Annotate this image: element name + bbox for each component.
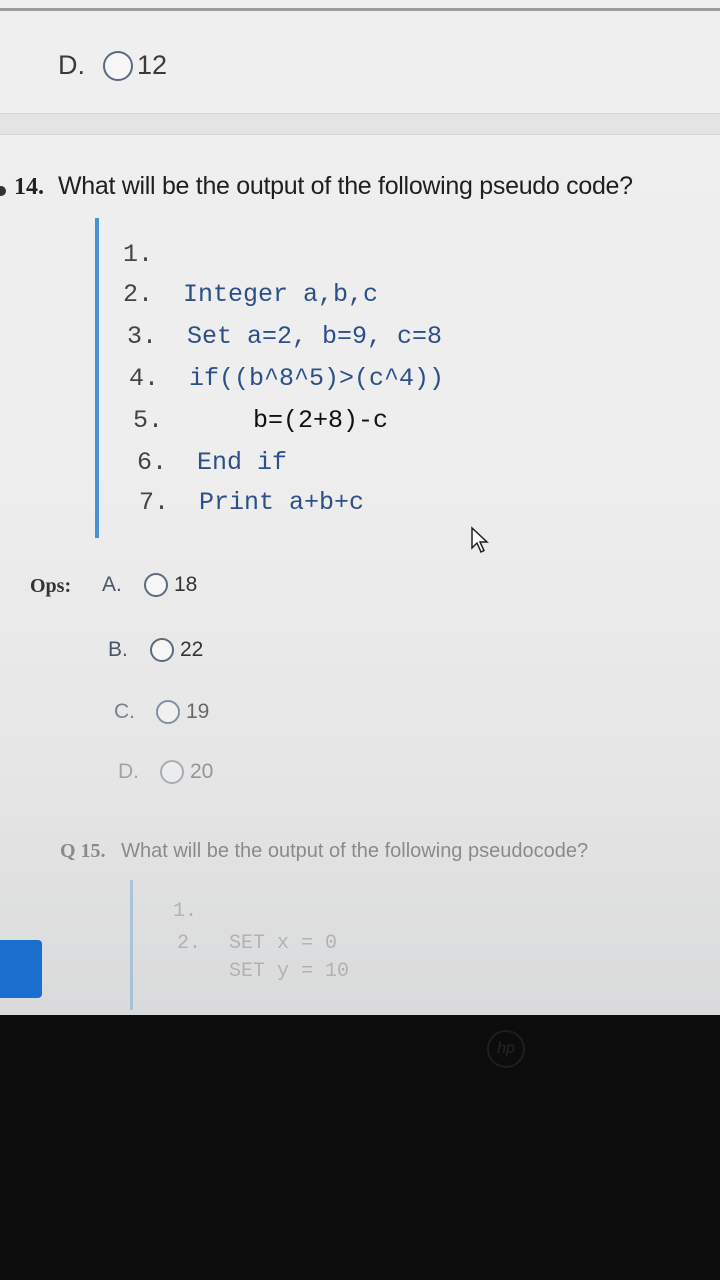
line-number: 1. xyxy=(123,240,154,269)
option-d[interactable]: D. 20 xyxy=(118,760,213,784)
option-value: 19 xyxy=(186,700,210,723)
option-value: 18 xyxy=(174,573,198,596)
next-question-text: What will be the output of the following… xyxy=(121,840,589,862)
code-line-5: 5. b=(2+8)-c xyxy=(133,406,388,435)
option-value: 12 xyxy=(137,50,168,80)
question-header: 14. What will be the output of the follo… xyxy=(0,172,720,201)
next-code-fragment: 1. xyxy=(173,900,198,923)
radio-button[interactable] xyxy=(160,760,184,784)
previous-question-option-d[interactable]: D. 12 xyxy=(58,50,167,81)
option-letter: D. xyxy=(58,50,85,80)
next-code-fragment: 2. xyxy=(177,932,202,955)
side-panel-tab[interactable] xyxy=(0,940,42,998)
code-line-6: 6. End if xyxy=(137,448,287,477)
options-label: Ops: xyxy=(30,575,72,597)
quiz-screen: D. 12 14. What will be the output of the… xyxy=(0,0,720,1015)
top-divider xyxy=(0,8,720,11)
code-text: Integer a,b,c xyxy=(183,280,379,309)
option-value: 22 xyxy=(180,638,204,661)
code-line-7: 7. Print a+b+c xyxy=(139,488,364,517)
radio-button[interactable] xyxy=(103,50,133,81)
code-text: if((b^8^5)>(c^4)) xyxy=(189,364,445,393)
option-b[interactable]: B. 22 xyxy=(108,638,203,662)
next-code-fragment: SET y = 10 xyxy=(229,960,350,983)
question-text: What will be the output of the following… xyxy=(58,172,633,200)
next-question-header: Q 15. What will be the output of the fol… xyxy=(60,840,588,863)
option-letter: A. xyxy=(102,573,122,596)
question-number: 14. xyxy=(14,174,44,200)
line-number: 7. xyxy=(139,488,170,517)
line-number: 4. xyxy=(129,364,160,393)
option-value: 20 xyxy=(190,760,214,783)
question-separator xyxy=(0,113,720,135)
code-text: Set a=2, b=9, c=8 xyxy=(187,322,443,351)
radio-button[interactable] xyxy=(144,573,168,597)
option-letter: B. xyxy=(108,638,128,661)
option-c[interactable]: C. 19 xyxy=(114,700,209,724)
code-line-2: 2. Integer a,b,c xyxy=(123,280,378,309)
option-letter: D. xyxy=(118,760,139,783)
line-number: 5. xyxy=(133,406,164,435)
hp-logo-icon: hp xyxy=(487,1030,525,1068)
code-line-4: 4. if((b^8^5)>(c^4)) xyxy=(129,364,444,393)
question-marker-icon xyxy=(0,186,6,196)
code-line-3: 3. Set a=2, b=9, c=8 xyxy=(127,322,442,351)
radio-button[interactable] xyxy=(150,638,174,662)
next-question-number: Q 15. xyxy=(60,840,106,862)
line-number: 2. xyxy=(123,280,154,309)
mouse-pointer-icon xyxy=(471,526,489,554)
next-code-block: 1. 2. SET x = 0 SET y = 10 xyxy=(130,880,463,1010)
code-text: End if xyxy=(197,448,288,477)
code-block: 1. 2. Integer a,b,c 3. Set a=2, b=9, c=8… xyxy=(95,218,539,538)
next-code-fragment: SET x = 0 xyxy=(229,932,338,955)
radio-button[interactable] xyxy=(156,700,180,724)
line-number: 3. xyxy=(127,322,158,351)
code-text: b=(2+8)-c xyxy=(253,406,389,435)
option-a[interactable]: A. 18 xyxy=(102,573,197,597)
line-number: 6. xyxy=(137,448,168,477)
code-text: Print a+b+c xyxy=(199,488,365,517)
option-letter: C. xyxy=(114,700,135,723)
code-line-1: 1. xyxy=(123,240,183,269)
